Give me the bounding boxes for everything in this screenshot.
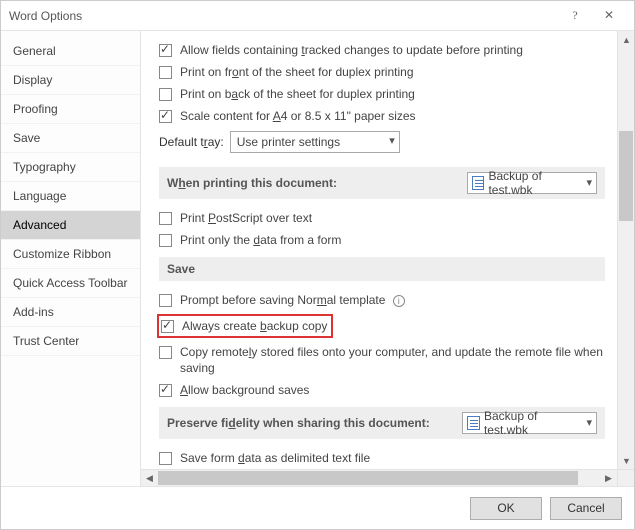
option-background-saves[interactable]: Allow background saves (159, 379, 605, 401)
checkbox-icon[interactable] (159, 88, 172, 101)
checkbox-icon[interactable] (161, 320, 174, 333)
option-always-backup[interactable]: Always create backup copy (159, 311, 605, 341)
scroll-down-arrow[interactable]: ▼ (618, 452, 634, 469)
settings-panel: Allow fields containing tracked changes … (141, 31, 634, 486)
settings-scroll-area: Allow fields containing tracked changes … (141, 31, 617, 469)
checkbox-icon[interactable] (159, 294, 172, 307)
option-label: Scale content for A4 or 8.5 x 11" paper … (180, 108, 605, 124)
scroll-right-arrow[interactable]: ▶ (600, 470, 617, 486)
checkbox-icon[interactable] (159, 66, 172, 79)
dialog-body: General Display Proofing Save Typography… (1, 31, 634, 487)
option-save-delimited[interactable]: Save form data as delimited text file (159, 447, 605, 469)
highlight-box: Always create backup copy (157, 314, 333, 338)
section-save: Save (159, 257, 605, 281)
option-scale-a4[interactable]: Scale content for A4 or 8.5 x 11" paper … (159, 105, 605, 127)
checkbox-icon[interactable] (159, 110, 172, 123)
dropdown-value: Backup of test.wbk (484, 409, 576, 437)
scroll-thumb[interactable] (619, 131, 633, 221)
scroll-track[interactable] (158, 470, 600, 486)
scroll-left-arrow[interactable]: ◀ (141, 470, 158, 486)
default-tray-label: Default tray: (159, 135, 224, 149)
checkbox-icon[interactable] (159, 44, 172, 57)
option-label: Print PostScript over text (180, 210, 605, 226)
ok-button[interactable]: OK (470, 497, 542, 520)
sidebar-item-proofing[interactable]: Proofing (1, 95, 140, 124)
scroll-thumb[interactable] (158, 471, 578, 485)
section-title: Save (167, 262, 195, 276)
horizontal-scrollbar[interactable]: ◀ ▶ (141, 469, 617, 486)
word-document-icon (472, 176, 484, 190)
vertical-scrollbar[interactable]: ▲ ▼ (617, 31, 634, 469)
option-label: Print only the data from a form (180, 232, 605, 248)
word-document-icon (467, 416, 480, 430)
option-label: Prompt before saving Normal template i (180, 292, 605, 308)
option-print-front[interactable]: Print on front of the sheet for duplex p… (159, 61, 605, 83)
sidebar-item-typography[interactable]: Typography (1, 153, 140, 182)
option-label: Save form data as delimited text file (180, 450, 605, 466)
window-title: Word Options (9, 9, 558, 23)
sidebar-item-advanced[interactable]: Advanced (1, 211, 140, 240)
printing-document-dropdown[interactable]: Backup of test.wbk (467, 172, 597, 194)
checkbox-icon[interactable] (159, 384, 172, 397)
sidebar-item-addins[interactable]: Add-ins (1, 298, 140, 327)
option-label: Copy remotely stored files onto your com… (180, 344, 605, 376)
fidelity-document-dropdown[interactable]: Backup of test.wbk (462, 412, 597, 434)
section-title: When printing this document: (167, 176, 337, 190)
checkbox-icon[interactable] (159, 234, 172, 247)
section-when-printing-document: When printing this document: Backup of t… (159, 167, 605, 199)
scroll-up-arrow[interactable]: ▲ (618, 31, 634, 48)
sidebar-item-trust-center[interactable]: Trust Center (1, 327, 140, 356)
category-sidebar: General Display Proofing Save Typography… (1, 31, 141, 486)
option-label: Allow background saves (180, 382, 605, 398)
help-button[interactable]: ? (558, 5, 592, 27)
section-title: Preserve fidelity when sharing this docu… (167, 416, 430, 430)
option-label: Print on front of the sheet for duplex p… (180, 64, 605, 80)
section-preserve-fidelity: Preserve fidelity when sharing this docu… (159, 407, 605, 439)
default-tray-dropdown[interactable]: Use printer settings (230, 131, 400, 153)
option-prompt-normal[interactable]: Prompt before saving Normal template i (159, 289, 605, 311)
scroll-corner (617, 469, 634, 486)
dialog-footer: OK Cancel (1, 487, 634, 529)
cancel-button[interactable]: Cancel (550, 497, 622, 520)
default-tray-row: Default tray: Use printer settings (159, 127, 605, 161)
option-label: Allow fields containing tracked changes … (180, 42, 605, 58)
option-postscript[interactable]: Print PostScript over text (159, 207, 605, 229)
titlebar: Word Options ? ✕ (1, 1, 634, 31)
sidebar-item-quick-access[interactable]: Quick Access Toolbar (1, 269, 140, 298)
option-label: Print on back of the sheet for duplex pr… (180, 86, 605, 102)
sidebar-item-display[interactable]: Display (1, 66, 140, 95)
checkbox-icon[interactable] (159, 452, 172, 465)
checkbox-icon[interactable] (159, 212, 172, 225)
option-print-data-only[interactable]: Print only the data from a form (159, 229, 605, 251)
dropdown-value: Backup of test.wbk (488, 169, 576, 197)
option-label: Always create backup copy (182, 318, 327, 334)
checkbox-icon[interactable] (159, 346, 172, 359)
sidebar-item-language[interactable]: Language (1, 182, 140, 211)
option-print-back[interactable]: Print on back of the sheet for duplex pr… (159, 83, 605, 105)
info-icon[interactable]: i (393, 295, 405, 307)
option-copy-remote[interactable]: Copy remotely stored files onto your com… (159, 341, 605, 379)
sidebar-item-save[interactable]: Save (1, 124, 140, 153)
sidebar-item-general[interactable]: General (1, 37, 140, 66)
word-options-dialog: Word Options ? ✕ General Display Proofin… (0, 0, 635, 530)
sidebar-item-customize-ribbon[interactable]: Customize Ribbon (1, 240, 140, 269)
close-button[interactable]: ✕ (592, 5, 626, 27)
option-tracked-changes[interactable]: Allow fields containing tracked changes … (159, 39, 605, 61)
